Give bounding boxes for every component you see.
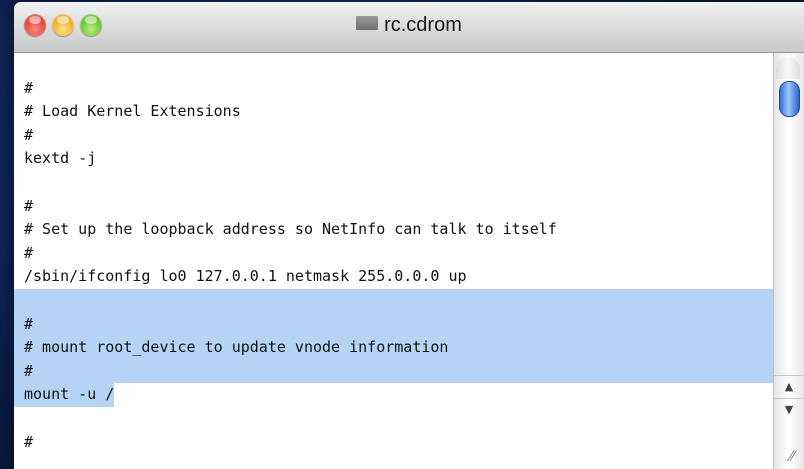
code-line[interactable]: [14, 171, 774, 195]
vertical-scrollbar[interactable]: ▲ ▼: [773, 53, 804, 469]
code-line[interactable]: #: [14, 359, 774, 384]
text-editor-area[interactable]: # # Load Kernel Extensions # kextd -j # # Set…: [14, 53, 774, 469]
code-line[interactable]: # Load Kernel Extensions: [14, 100, 774, 124]
selected-text: mount -u /: [14, 383, 115, 407]
code-line-text: #: [24, 361, 34, 380]
code-line[interactable]: /sbin/ifconfig lo0 127.0.0.1 netmask 255…: [14, 265, 774, 289]
code-line-text: /sbin/ifconfig lo0 127.0.0.1 netmask 255…: [24, 267, 467, 286]
code-line[interactable]: # mount root_device to update vnode info…: [14, 336, 774, 360]
code-line[interactable]: #: [14, 195, 774, 219]
code-line-text: #: [24, 314, 34, 333]
code-line[interactable]: #: [14, 77, 774, 101]
code-line-text: #: [24, 243, 34, 262]
code-line-text: #: [24, 78, 34, 97]
resize-grip-icon[interactable]: ⁄⁄: [782, 447, 802, 467]
scroll-down-arrow-icon[interactable]: ▼: [774, 398, 804, 421]
window-title: rc.cdrom: [14, 14, 804, 37]
code-line-text: kextd -j: [24, 149, 97, 168]
code-line[interactable]: mount -u /: [14, 383, 774, 407]
code-line[interactable]: kextd -j: [14, 147, 774, 171]
code-line[interactable]: [14, 407, 774, 431]
document-icon: [356, 16, 379, 30]
code-line-text: #: [24, 196, 34, 215]
code-line[interactable]: #: [14, 431, 774, 455]
window-titlebar[interactable]: rc.cdrom: [14, 2, 804, 53]
code-line-text: # Set up the loopback address so NetInfo…: [24, 220, 557, 239]
scrollbar-thumb[interactable]: [779, 81, 800, 117]
code-line[interactable]: [14, 288, 774, 313]
editor-window: rc.cdrom # # Load Kernel Extensions # kextd…: [14, 2, 804, 469]
code-line[interactable]: [14, 53, 774, 77]
window-title-text: rc.cdrom: [384, 14, 462, 36]
scroll-up-arrow-icon[interactable]: ▲: [774, 375, 804, 398]
code-line-text: # mount root_device to update vnode info…: [24, 338, 449, 357]
code-line[interactable]: #: [14, 312, 774, 337]
scrollbar-top-cap: [776, 57, 800, 79]
code-line[interactable]: #: [14, 242, 774, 266]
code-line[interactable]: # Set up the loopback address so NetInfo…: [14, 218, 774, 242]
code-line-text: #: [24, 432, 34, 451]
code-line[interactable]: #: [14, 124, 774, 148]
code-line-text: # Load Kernel Extensions: [24, 102, 241, 121]
code-line-text: #: [24, 125, 34, 144]
